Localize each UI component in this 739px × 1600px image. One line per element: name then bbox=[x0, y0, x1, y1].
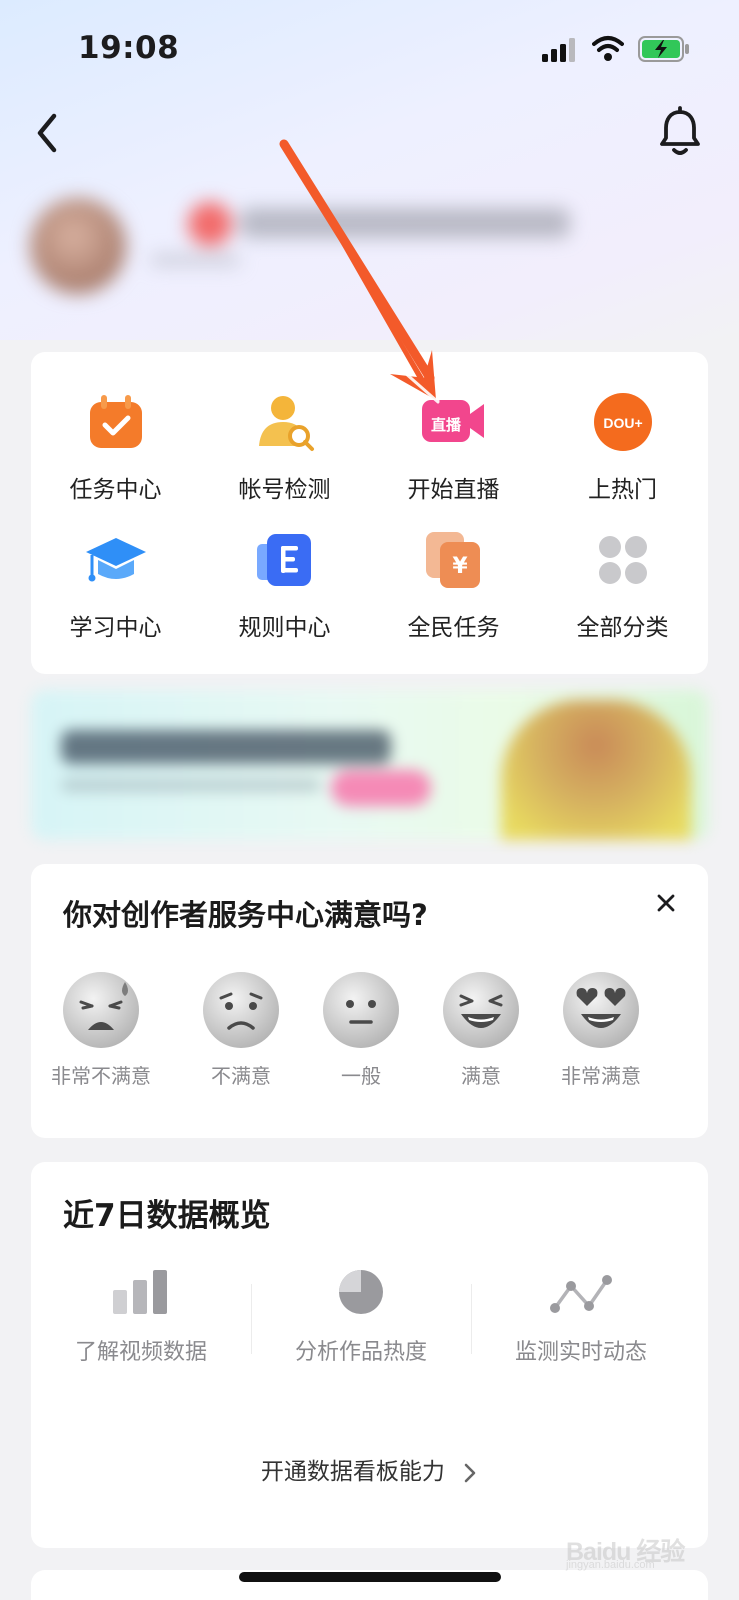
battery-charging-icon bbox=[638, 36, 689, 62]
yuan-icon-text: ¥ bbox=[452, 554, 468, 579]
data-item-video-data[interactable]: 了解视频数据 bbox=[31, 1268, 251, 1368]
data-item-label: 分析作品热度 bbox=[294, 1340, 427, 1365]
survey-option-label: 一般 bbox=[341, 1064, 381, 1088]
survey-option-happy[interactable]: 满意 bbox=[421, 970, 541, 1100]
satisfaction-survey-card: 你对创作者服务中心满意吗? 非常不满意 不满意 一般 满意 非常满意 bbox=[31, 864, 708, 1138]
survey-option-unhappy[interactable]: 不满意 bbox=[181, 970, 301, 1100]
wifi-icon bbox=[592, 36, 624, 61]
tool-label: 规则中心 bbox=[238, 615, 331, 641]
data-overview-card: 近7日数据概览 了解视频数据 分析作品热度 监测实时动态 开通数据看板能力 bbox=[31, 1162, 708, 1548]
data-item-label: 了解视频数据 bbox=[74, 1340, 207, 1365]
watermark-url: jingyan.baidu.com bbox=[566, 1559, 655, 1571]
data-item-label: 监测实时动态 bbox=[514, 1340, 647, 1365]
tool-label: 全民任务 bbox=[407, 615, 500, 641]
tool-label: 帐号检测 bbox=[238, 477, 331, 503]
data-item-realtime[interactable]: 监测实时动态 bbox=[471, 1268, 691, 1368]
survey-title: 你对创作者服务中心满意吗? bbox=[63, 898, 428, 932]
happy-face-icon bbox=[443, 972, 519, 1048]
tool-rules-center[interactable]: 规则中心 bbox=[200, 528, 369, 658]
profile-subtitle-blurred bbox=[150, 254, 240, 266]
back-button[interactable] bbox=[30, 108, 74, 158]
survey-option-label: 满意 bbox=[461, 1064, 501, 1088]
profile-name-blurred bbox=[240, 208, 570, 238]
close-icon[interactable] bbox=[651, 888, 681, 918]
banner-headline-blurred bbox=[61, 730, 391, 764]
live-camera-icon: 直播 bbox=[421, 400, 484, 442]
data-item-work-heat[interactable]: 分析作品热度 bbox=[251, 1268, 471, 1368]
tool-label: 上热门 bbox=[588, 477, 657, 503]
survey-option-neutral[interactable]: 一般 bbox=[301, 970, 421, 1100]
tool-dou-plus[interactable]: DOU+ 上热门 bbox=[538, 390, 707, 520]
cellular-signal-icon bbox=[542, 38, 575, 62]
survey-option-label: 不满意 bbox=[211, 1064, 271, 1088]
banner-image-blurred bbox=[501, 700, 691, 840]
survey-option-label: 非常不满意 bbox=[51, 1064, 151, 1088]
avatar bbox=[30, 198, 126, 294]
heart-eyes-face-icon bbox=[563, 972, 639, 1048]
status-time: 19:08 bbox=[78, 30, 180, 66]
graduation-cap-icon bbox=[85, 538, 146, 582]
tool-account-check[interactable]: 帐号检测 bbox=[200, 390, 369, 520]
banner-cta-blurred bbox=[331, 770, 431, 806]
bar-chart-icon bbox=[113, 1270, 167, 1314]
tool-label: 开始直播 bbox=[407, 477, 500, 503]
live-icon-text: 直播 bbox=[430, 416, 461, 434]
yuan-cards-icon: ¥ bbox=[425, 532, 480, 588]
grid-dots-icon bbox=[598, 536, 647, 584]
banner-subtitle-blurred bbox=[61, 778, 321, 792]
baidu-watermark: Baidu 经验 jingyan.baidu.com bbox=[566, 1526, 706, 1572]
calendar-check-icon bbox=[89, 395, 142, 448]
survey-option-label: 非常满意 bbox=[561, 1064, 641, 1088]
home-indicator[interactable] bbox=[239, 1572, 501, 1582]
tools-grid-card: 任务中心 帐号检测 直播 开始直播 DOU+ 上热门 学习中心 规则中心 ¥ 全… bbox=[31, 352, 708, 674]
tool-label: 任务中心 bbox=[69, 477, 162, 503]
open-data-dashboard-link[interactable]: 开通数据看板能力 bbox=[31, 1452, 708, 1486]
tool-label: 全部分类 bbox=[576, 615, 669, 641]
profile-header-blurred[interactable] bbox=[20, 190, 720, 300]
tool-public-tasks[interactable]: ¥ 全民任务 bbox=[369, 528, 538, 658]
profile-badge bbox=[188, 202, 232, 246]
chevron-right-icon bbox=[464, 1463, 476, 1482]
pie-chart-icon bbox=[339, 1270, 383, 1314]
dou-plus-icon: DOU+ bbox=[593, 393, 652, 451]
data-overview-title: 近7日数据概览 bbox=[63, 1198, 271, 1234]
survey-option-very-happy[interactable]: 非常满意 bbox=[541, 970, 661, 1100]
status-bar: 19:08 bbox=[0, 0, 739, 96]
tool-task-center[interactable]: 任务中心 bbox=[31, 390, 200, 520]
survey-option-very-unhappy[interactable]: 非常不满意 bbox=[41, 970, 161, 1100]
unhappy-face-icon bbox=[203, 972, 279, 1048]
dou-icon-text: DOU+ bbox=[603, 415, 642, 431]
account-search-icon bbox=[258, 396, 314, 451]
tool-label: 学习中心 bbox=[69, 615, 162, 641]
neutral-face-icon bbox=[323, 972, 399, 1048]
rulebook-icon bbox=[256, 534, 311, 586]
tool-all-categories[interactable]: 全部分类 bbox=[538, 528, 707, 658]
very-unhappy-face-icon bbox=[63, 972, 139, 1048]
promo-banner-blurred[interactable] bbox=[31, 690, 708, 840]
line-chart-icon bbox=[550, 1275, 612, 1313]
notification-bell-icon[interactable] bbox=[656, 106, 704, 158]
open-link-label: 开通数据看板能力 bbox=[260, 1459, 445, 1485]
tool-learning-center[interactable]: 学习中心 bbox=[31, 528, 200, 658]
tool-start-live[interactable]: 直播 开始直播 bbox=[369, 390, 538, 520]
